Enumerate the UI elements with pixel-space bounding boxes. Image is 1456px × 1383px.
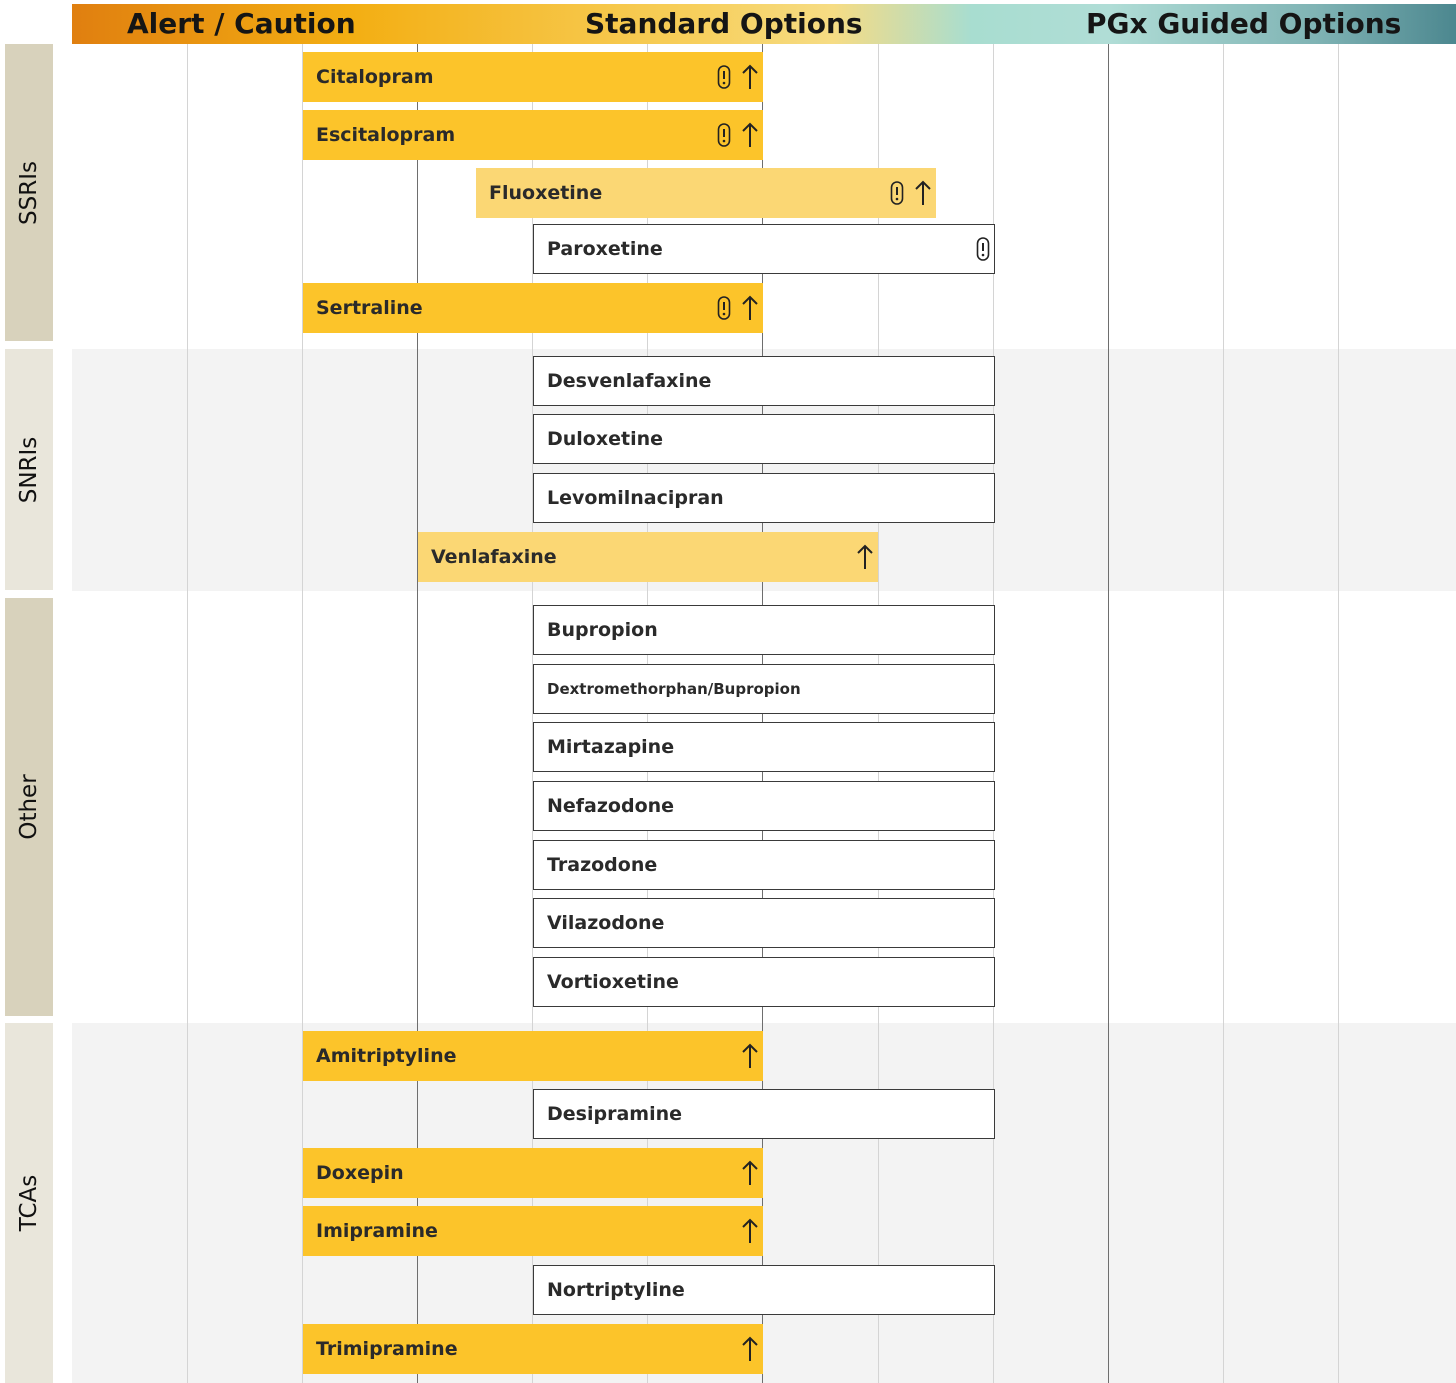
drug-bar-vilazodone: Vilazodone [533,898,995,948]
grid-line [187,44,188,1383]
drug-bar-vortioxetine: Vortioxetine [533,957,995,1007]
category-strip-other: Other [5,598,53,1016]
arrow-up-icon [742,295,758,320]
drug-bar-mirtazapine: Mirtazapine [533,722,995,772]
arrow-up-icon [742,1160,758,1185]
pill-alert-icon [976,237,990,261]
drug-icons [741,1148,759,1198]
drug-bar-fluoxetine: Fluoxetine [476,168,936,218]
drug-name: Paroxetine [547,238,663,260]
drug-bar-escitalopram: Escitalopram [303,110,763,160]
drug-name: Levomilnacipran [547,487,724,509]
drug-icons [741,1031,759,1081]
drug-name: Desvenlafaxine [547,370,712,392]
drug-bar-dextromethorphan-bupropion: Dextromethorphan/Bupropion [533,664,995,714]
drug-bar-levomilnacipran: Levomilnacipran [533,473,995,523]
drug-name: Trazodone [547,854,658,876]
drug-bar-paroxetine: Paroxetine [533,224,995,274]
category-label-tcas: TCAs [16,1174,42,1232]
drug-name: Nortriptyline [547,1279,685,1301]
drug-name: Nefazodone [547,795,675,817]
drug-bar-amitriptyline: Amitriptyline [303,1031,763,1081]
drug-name: Doxepin [316,1162,404,1184]
drug-name: Bupropion [547,619,658,641]
category-label-snris: SNRIs [16,436,42,503]
arrow-up-icon [742,1218,758,1243]
drug-bar-doxepin: Doxepin [303,1148,763,1198]
grid-line [1338,44,1339,1383]
drug-icons [976,225,990,273]
drug-bar-trazodone: Trazodone [533,840,995,890]
arrow-up-icon [742,122,758,147]
standard-options-heading: Standard Options [585,7,863,40]
drug-name: Vortioxetine [547,971,679,993]
drug-icons [717,52,759,102]
drug-bar-nortriptyline: Nortriptyline [533,1265,995,1315]
drug-bar-imipramine: Imipramine [303,1206,763,1256]
grid-line-major [1108,44,1109,1383]
arrow-up-icon [857,544,873,569]
pill-alert-icon [717,123,731,147]
pill-alert-icon [890,181,904,205]
arrow-up-icon [742,1336,758,1361]
drug-name: Citalopram [316,66,434,88]
category-strip-tcas: TCAs [5,1023,53,1383]
arrow-up-icon [742,64,758,89]
arrow-up-icon [915,180,931,205]
drug-name: Dextromethorphan/Bupropion [547,680,801,698]
drug-bar-desipramine: Desipramine [533,1089,995,1139]
drug-name: Venlafaxine [431,546,557,568]
drug-bar-citalopram: Citalopram [303,52,763,102]
drug-bar-venlafaxine: Venlafaxine [418,532,878,582]
alert-caution-heading: Alert / Caution [127,7,356,40]
pgx-guided-options-heading: PGx Guided Options [1086,7,1402,40]
grid-line [1223,44,1224,1383]
drug-name: Vilazodone [547,912,665,934]
category-strip-snris: SNRIs [5,349,53,590]
category-label-other: Other [16,774,42,840]
drug-name: Amitriptyline [316,1045,457,1067]
drug-name: Sertraline [316,297,423,319]
pill-alert-icon [717,296,731,320]
drug-bar-nefazodone: Nefazodone [533,781,995,831]
drug-icons [856,532,874,582]
drug-name: Imipramine [316,1220,438,1242]
drug-name: Fluoxetine [489,182,603,204]
options-header-bar: Alert / Caution Standard Options PGx Gui… [72,4,1456,44]
drug-icons [741,1324,759,1374]
drug-icons [890,168,932,218]
drug-name: Trimipramine [316,1338,458,1360]
category-strip-ssris: SSRIs [5,44,53,341]
drug-bar-duloxetine: Duloxetine [533,414,995,464]
drug-bar-trimipramine: Trimipramine [303,1324,763,1374]
drug-icons [717,283,759,333]
drug-bar-bupropion: Bupropion [533,605,995,655]
pill-alert-icon [717,65,731,89]
tcas-band [72,1023,1456,1383]
drug-name: Duloxetine [547,428,664,450]
drug-bar-desvenlafaxine: Desvenlafaxine [533,356,995,406]
drug-icons [741,1206,759,1256]
arrow-up-icon [742,1043,758,1068]
drug-bar-sertraline: Sertraline [303,283,763,333]
drug-name: Mirtazapine [547,736,675,758]
drug-name: Desipramine [547,1103,682,1125]
category-label-ssris: SSRIs [16,160,42,225]
drug-icons [717,110,759,160]
drug-name: Escitalopram [316,124,456,146]
